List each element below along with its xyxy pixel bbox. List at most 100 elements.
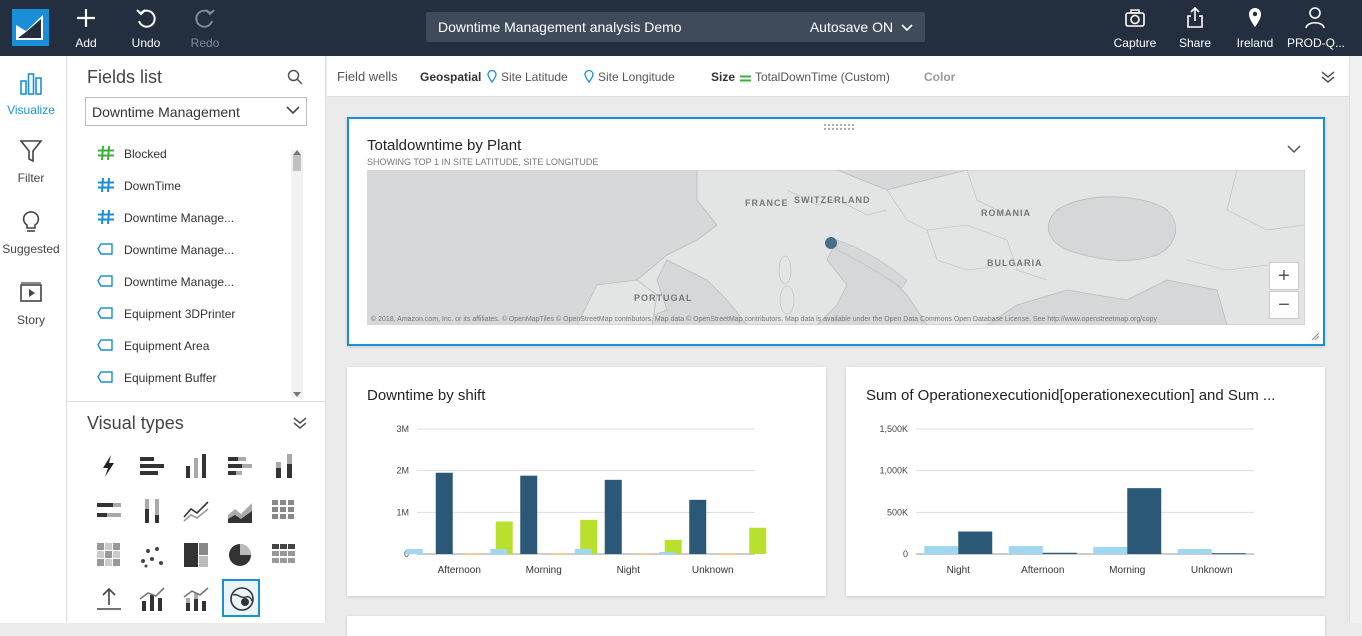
autosave-toggle[interactable]: Autosave ON <box>810 19 913 35</box>
camera-icon <box>1125 9 1145 27</box>
share-button[interactable]: Share <box>1177 6 1213 50</box>
line-chart-icon[interactable] <box>178 493 214 529</box>
user-menu-button[interactable]: PROD-Q... <box>1287 6 1345 50</box>
bar[interactable] <box>465 553 483 555</box>
color-well-label[interactable]: Color <box>924 70 955 84</box>
tree-map-icon[interactable] <box>178 537 214 573</box>
add-label: Add <box>75 36 97 50</box>
x-category-label: Afternoon <box>1021 565 1064 576</box>
table-icon[interactable] <box>266 537 302 573</box>
dataset-select-value: Downtime Management <box>92 104 240 120</box>
app-logo[interactable] <box>12 9 49 46</box>
map-canvas[interactable]: FRANCE SWITZERLAND ROMANIA BULGARIA PORT… <box>367 170 1305 325</box>
bar[interactable] <box>1127 488 1162 554</box>
scroll-up-arrow-icon[interactable] <box>293 150 301 155</box>
scroll-down-arrow-icon[interactable] <box>293 392 301 397</box>
drag-handle-icon[interactable] <box>823 123 855 131</box>
undo-button[interactable]: Undo <box>128 6 164 50</box>
size-value-chip[interactable]: TotalDownTime (Custom) <box>740 70 890 84</box>
x-category-label: Morning <box>1109 565 1145 576</box>
bar[interactable] <box>958 531 993 555</box>
nav-visualize-label: Visualize <box>7 103 55 117</box>
bar[interactable] <box>550 553 568 555</box>
chevron-down-icon[interactable] <box>1287 145 1301 154</box>
kpi-icon[interactable] <box>91 581 127 617</box>
nav-filter[interactable]: Filter <box>0 138 62 185</box>
bar[interactable] <box>435 472 453 554</box>
scatter-plot-icon[interactable] <box>134 537 170 573</box>
double-chevron-down-icon[interactable] <box>293 416 307 430</box>
analysis-title-box[interactable]: Downtime Management analysis Demo Autosa… <box>426 12 925 42</box>
nav-suggested[interactable]: Suggested <box>0 209 62 256</box>
map-label-bulgaria: BULGARIA <box>987 258 1043 268</box>
size-value: TotalDownTime (Custom) <box>755 70 890 84</box>
nav-suggested-label: Suggested <box>2 242 60 256</box>
resize-handle-icon[interactable] <box>1311 332 1320 341</box>
bar[interactable] <box>664 539 682 554</box>
capture-button[interactable]: Capture <box>1112 6 1158 50</box>
geospatial-map-icon[interactable] <box>222 579 260 617</box>
analysis-title[interactable]: Downtime Management analysis Demo <box>438 19 682 35</box>
page-scrollbar[interactable] <box>1349 56 1362 623</box>
field-item-label: Downtime Manage... <box>124 211 235 225</box>
bar[interactable] <box>689 499 707 554</box>
bar[interactable] <box>580 519 598 554</box>
zoom-in-button[interactable]: + <box>1269 262 1299 290</box>
autograph-visual-icon[interactable] <box>91 448 127 484</box>
x-category-label: Morning <box>526 565 562 576</box>
nav-story-label: Story <box>16 313 45 327</box>
dataset-select[interactable]: Downtime Management <box>85 97 307 126</box>
capture-label: Capture <box>1113 36 1157 50</box>
bar[interactable] <box>1008 546 1043 554</box>
map-data-point[interactable] <box>825 237 837 249</box>
bar-chart-icon <box>20 73 42 95</box>
bar[interactable] <box>604 479 622 554</box>
field-item-label: Downtime Manage... <box>124 243 235 257</box>
bar[interactable] <box>405 549 423 554</box>
bar[interactable] <box>1211 553 1246 555</box>
area-chart-icon[interactable] <box>222 493 258 529</box>
nav-story[interactable]: Story <box>0 280 62 327</box>
bar[interactable] <box>574 549 592 554</box>
add-button[interactable]: Add <box>70 6 102 50</box>
redo-button[interactable]: Redo <box>188 6 222 50</box>
bar[interactable] <box>924 546 959 554</box>
horizontal-bar-icon[interactable] <box>134 448 170 484</box>
field-wells-label: Field wells <box>337 69 398 84</box>
region-button[interactable]: Ireland <box>1234 6 1276 50</box>
combo-stacked-icon[interactable] <box>178 581 214 617</box>
combo-bar-line-icon[interactable] <box>134 581 170 617</box>
pivot-table-icon[interactable] <box>266 493 302 529</box>
map-visual-card[interactable]: Totaldowntime by Plant SHOWING TOP 1 IN … <box>347 117 1325 346</box>
bar[interactable] <box>1093 546 1128 554</box>
field-item-label: Equipment Area <box>124 339 210 353</box>
percent-horizontal-bar-icon[interactable] <box>91 493 127 529</box>
stacked-vertical-bar-icon[interactable] <box>266 448 302 484</box>
undo-icon <box>136 9 156 28</box>
bar[interactable] <box>634 553 652 555</box>
y-tick-label: 3M <box>396 424 409 434</box>
pie-chart-icon[interactable] <box>222 537 258 573</box>
bar[interactable] <box>490 549 508 554</box>
zoom-out-button[interactable]: − <box>1269 291 1299 319</box>
fields-scrollbar[interactable] <box>291 150 303 398</box>
bar[interactable] <box>520 475 538 554</box>
bar[interactable] <box>749 527 767 554</box>
bar[interactable] <box>659 551 677 554</box>
site-longitude-chip[interactable]: Site Longitude <box>584 70 675 84</box>
percent-vertical-bar-icon[interactable] <box>134 493 170 529</box>
nav-visualize[interactable]: Visualize <box>0 70 62 117</box>
search-icon[interactable] <box>287 69 303 85</box>
vertical-bar-icon[interactable] <box>178 448 214 484</box>
bar[interactable] <box>1042 552 1077 554</box>
heat-map-icon[interactable] <box>91 537 127 573</box>
double-chevron-down-icon[interactable] <box>1321 70 1335 84</box>
operation-execution-card[interactable]: Sum of Operationexecutionid[operationexe… <box>846 367 1325 596</box>
fields-scrollbar-thumb[interactable] <box>293 155 301 171</box>
bar[interactable] <box>719 553 737 555</box>
bar[interactable] <box>1177 549 1212 554</box>
site-latitude-chip[interactable]: Site Latitude <box>487 70 568 84</box>
next-visual-card[interactable] <box>347 616 1325 636</box>
stacked-horizontal-bar-icon[interactable] <box>222 448 258 484</box>
downtime-by-shift-card[interactable]: Downtime by shift 01M2M3MAfternoonMornin… <box>347 367 826 596</box>
